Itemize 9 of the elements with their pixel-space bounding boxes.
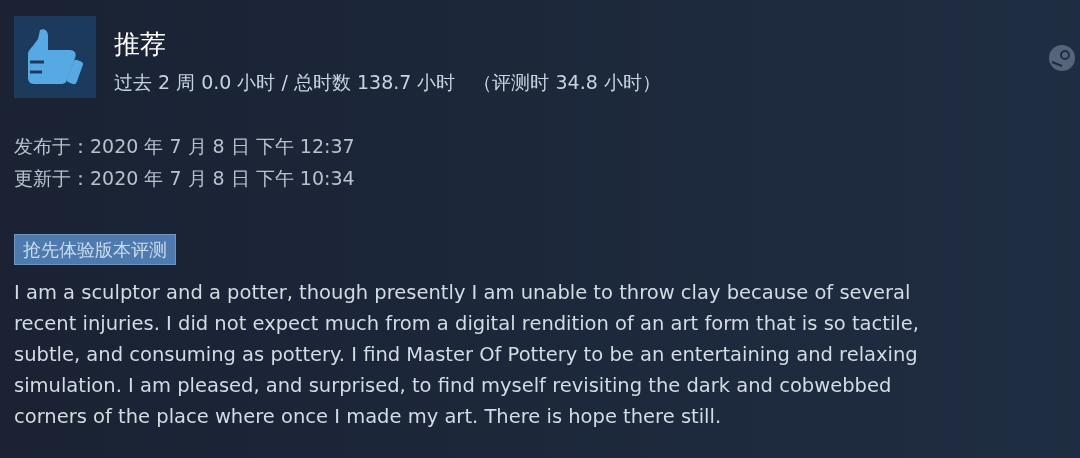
steam-logo-icon (1048, 44, 1076, 72)
review-title: 推荐 (114, 28, 167, 61)
early-access-badge: 抢先体验版本评测 (14, 234, 176, 265)
date-text: 更新于：2020 年 7 月 8 日 下午 10:34 (14, 166, 356, 191)
playtime-text: 过去 2 周 0.0 小时 / 总时数 138.7 小时 (114, 70, 456, 95)
review-text: I am a sculptor and a potter, though presently I am unable to throw clay because of several recent injuries. I did not expect much from a digital rendition of an art form that is so tactile, subtle, and consuming as pottery. I find Master Of Pottery to be an entertaining and relaxing simulation. I am pleased, and surprised, to find myself revisiting the dark and cobwebbed corners of the place where once I made my art. There is hope there still. (13, 280, 920, 430)
thumbs-up-icon (14, 16, 96, 98)
review-playtime-text: （评测时 34.8 小时） (473, 70, 661, 95)
date-text: 发布于：2020 年 7 月 8 日 下午 12:37 (14, 134, 356, 159)
